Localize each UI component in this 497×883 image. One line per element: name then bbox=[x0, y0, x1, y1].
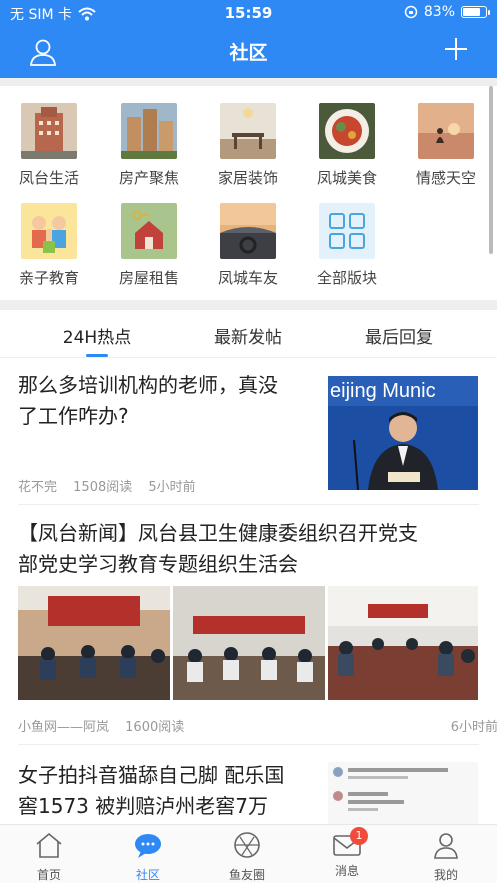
bottom-tab-bar: 首页 社区 鱼友圈 1 消息 我的 bbox=[0, 824, 497, 883]
bottom-tab-label: 我的 bbox=[433, 868, 458, 882]
post-time: 6小时前 bbox=[450, 720, 497, 735]
post-title-line: 女子拍抖音猫舔自己脚 配乐国 bbox=[18, 763, 285, 787]
active-tab-indicator bbox=[86, 354, 108, 357]
category-emotion[interactable]: 情感天空 bbox=[401, 103, 491, 188]
feed-tabs: 24H热点 最新发帖 最后回复 bbox=[0, 310, 497, 358]
post-feed: 那么多培训机构的老师，真没 了工作咋办? 花不完 1508阅读 5小时前 eij… bbox=[0, 358, 497, 824]
add-post-icon[interactable] bbox=[443, 36, 469, 62]
post-item[interactable]: 那么多培训机构的老师，真没 了工作咋办? 花不完 1508阅读 5小时前 eij… bbox=[0, 358, 497, 506]
car-dashboard-icon bbox=[220, 203, 276, 259]
post-reads: 1508阅读 bbox=[73, 480, 133, 495]
post-separator bbox=[18, 744, 479, 745]
bottom-tab-mine[interactable]: 我的 bbox=[411, 831, 481, 883]
post-time: 5小时前 bbox=[148, 480, 196, 495]
battery-percent: 83% bbox=[423, 4, 455, 20]
family-cartoon-icon bbox=[21, 203, 77, 259]
category-label: 凤台生活 bbox=[18, 169, 79, 187]
post-title: 女子拍抖音猫舔自己脚 配乐国 窖1573 被判赔泸州老窖7万 bbox=[18, 760, 323, 822]
post-title-line: 窖1573 被判赔泸州老窖7万 bbox=[18, 794, 268, 818]
post-title-line: 了工作咋办? bbox=[18, 404, 129, 428]
tab-24h-hot[interactable]: 24H热点 bbox=[37, 323, 157, 348]
bottom-tab-label: 首页 bbox=[36, 868, 61, 882]
category-grid: 凤台生活 房产聚焦 家居装饰 凤城美食 情感天空 亲子教育 房屋租售 凤城车友 … bbox=[0, 86, 497, 298]
category-all-sections[interactable]: 全部版块 bbox=[302, 203, 392, 288]
category-parenting[interactable]: 亲子教育 bbox=[4, 203, 94, 288]
bottom-tab-community[interactable]: 社区 bbox=[113, 831, 183, 883]
status-bar: 无 SIM 卡 15:59 83% bbox=[0, 0, 497, 26]
post-title: 那么多培训机构的老师，真没 了工作咋办? bbox=[18, 370, 318, 432]
category-food[interactable]: 凤城美食 bbox=[302, 103, 392, 188]
category-label: 房屋租售 bbox=[118, 269, 179, 287]
bottom-tab-messages[interactable]: 1 消息 bbox=[312, 827, 382, 879]
post-image-2[interactable] bbox=[173, 586, 325, 700]
bottom-tab-label: 社区 bbox=[135, 868, 160, 882]
rotation-lock-icon bbox=[404, 5, 418, 19]
post-title: 【凤台新闻】凤台县卫生健康委组织召开党支 部党史学习教育专题组织生活会 bbox=[18, 518, 483, 580]
unread-badge: 1 bbox=[350, 827, 368, 845]
bottom-tab-home[interactable]: 首页 bbox=[14, 831, 84, 883]
community-screen: 无 SIM 卡 15:59 83% 社区 凤台生活 房产聚焦 家居装饰 凤城美食… bbox=[0, 0, 497, 883]
apartment-buildings-icon bbox=[121, 103, 177, 159]
post-item[interactable]: 【凤台新闻】凤台县卫生健康委组织召开党支 部党史学习教育专题组织生活会 小鱼网—… bbox=[0, 506, 497, 745]
post-author: 花不完 bbox=[18, 480, 58, 495]
post-meta: 花不完 1508阅读 5小时前 bbox=[18, 476, 208, 495]
sunset-person-icon bbox=[418, 103, 474, 159]
aperture-icon bbox=[234, 832, 260, 858]
messages-icon-wrap: 1 bbox=[332, 827, 368, 859]
divider-top bbox=[0, 78, 497, 86]
page-title: 社区 bbox=[229, 42, 268, 64]
post-meta: 小鱼网——阿岚 1600阅读 6小时前 bbox=[18, 716, 497, 735]
category-label: 亲子教育 bbox=[18, 269, 79, 287]
category-home-decor[interactable]: 家居装饰 bbox=[203, 103, 293, 188]
category-real-estate[interactable]: 房产聚焦 bbox=[104, 103, 194, 188]
post-image-3[interactable] bbox=[328, 586, 478, 700]
post-item[interactable]: 女子拍抖音猫舔自己脚 配乐国 窖1573 被判赔泸州老窖7万 bbox=[0, 750, 497, 824]
thumbnail-caption: eijing Munic bbox=[330, 380, 436, 402]
grid-scrollbar[interactable] bbox=[489, 86, 493, 254]
status-right: 83% bbox=[404, 4, 490, 20]
tab-last-reply[interactable]: 最后回复 bbox=[339, 323, 459, 348]
post-reads: 1600阅读 bbox=[125, 720, 185, 735]
bottom-tab-fish-friends[interactable]: 鱼友圈 bbox=[212, 831, 282, 883]
city-building-icon bbox=[21, 103, 77, 159]
post-thumbnail bbox=[328, 762, 478, 824]
category-label: 情感天空 bbox=[415, 169, 476, 187]
post-title-line: 那么多培训机构的老师，真没 bbox=[18, 373, 278, 397]
battery-icon bbox=[461, 6, 490, 18]
post-image-1[interactable] bbox=[18, 586, 170, 700]
home-icon bbox=[36, 832, 62, 858]
nav-bar: 社区 bbox=[0, 26, 497, 78]
category-label: 凤城美食 bbox=[316, 169, 377, 187]
chat-bubbles-icon bbox=[135, 834, 161, 858]
category-rent-sale[interactable]: 房屋租售 bbox=[104, 203, 194, 288]
category-label: 凤城车友 bbox=[217, 269, 278, 287]
person-icon bbox=[434, 833, 458, 859]
food-plate-icon bbox=[319, 103, 375, 159]
post-thumbnail: eijing Munic bbox=[328, 376, 478, 490]
post-author: 小鱼网——阿岚 bbox=[18, 720, 110, 735]
category-fengtai-life[interactable]: 凤台生活 bbox=[4, 103, 94, 188]
divider-middle bbox=[0, 300, 497, 310]
category-label: 家居装饰 bbox=[217, 169, 278, 187]
post-title-line: 部党史学习教育专题组织生活会 bbox=[18, 552, 298, 576]
category-label: 房产聚焦 bbox=[118, 169, 179, 187]
top-bar: 无 SIM 卡 15:59 83% 社区 bbox=[0, 0, 497, 78]
bottom-tab-label: 消息 bbox=[334, 864, 359, 878]
bottom-tab-label: 鱼友圈 bbox=[228, 868, 265, 882]
house-keys-icon bbox=[121, 203, 177, 259]
grid-blocks-icon bbox=[319, 203, 375, 259]
category-label: 全部版块 bbox=[316, 269, 377, 287]
dining-room-icon bbox=[220, 103, 276, 159]
post-title-line: 【凤台新闻】凤台县卫生健康委组织召开党支 bbox=[18, 521, 418, 545]
category-car-club[interactable]: 凤城车友 bbox=[203, 203, 293, 288]
post-separator bbox=[18, 504, 479, 505]
tab-latest-posts[interactable]: 最新发帖 bbox=[188, 323, 308, 348]
